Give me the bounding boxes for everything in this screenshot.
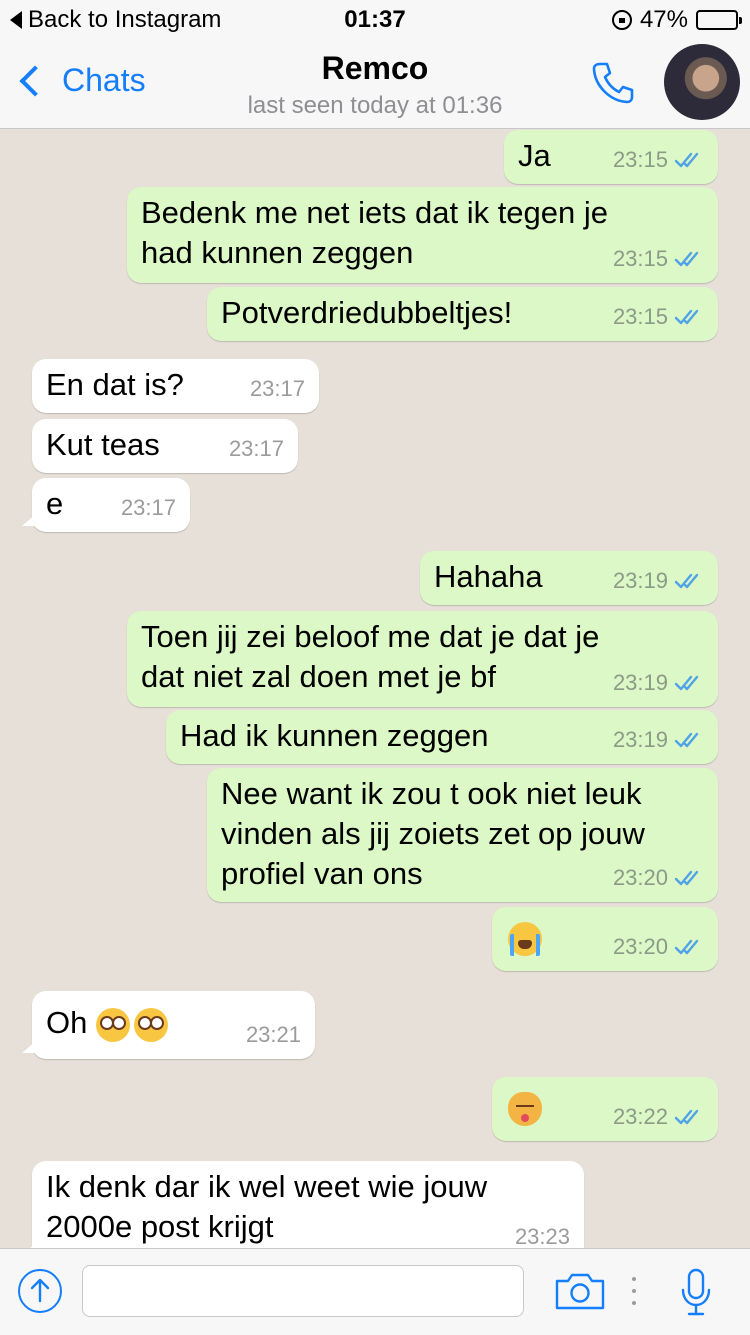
message-text-field[interactable] <box>82 1265 524 1317</box>
outgoing-message[interactable]: Hahaha 23:19 <box>420 551 718 605</box>
share-button[interactable] <box>18 1269 62 1313</box>
double-check-icon <box>674 251 699 267</box>
message-meta: 23:17 <box>121 488 176 528</box>
double-check-icon <box>674 939 699 955</box>
incoming-message[interactable]: Oh 23:21 <box>22 991 315 1059</box>
message-text: Nee want ik zou t ook niet leuk vinden a… <box>221 776 645 891</box>
incoming-message[interactable]: Ik denk dar ik wel weet wie jouw 2000e p… <box>22 1161 584 1248</box>
message-meta: 23:22 <box>613 1097 704 1137</box>
message-text: Potverdriedubbeltjes! <box>221 295 513 330</box>
message-meta: 23:20 <box>613 858 704 898</box>
double-check-icon <box>674 870 699 886</box>
message-list[interactable]: Ja 23:15 Bedenk me net iets dat ik tegen j… <box>0 129 750 1248</box>
outgoing-message[interactable]: Bedenk me net iets dat ik tegen je had k… <box>127 187 718 283</box>
message-text: Toen jij zei beloof me dat je dat je dat… <box>141 619 600 694</box>
double-check-icon <box>674 573 699 589</box>
message-time: 23:15 <box>612 246 668 271</box>
battery-percent: 47% <box>639 6 688 33</box>
message-time: 23:23 <box>514 1224 570 1248</box>
incoming-message[interactable]: Kut teas 23:17 <box>32 419 298 473</box>
message-time: 23:17 <box>249 376 305 401</box>
message-meta: 23:15 <box>613 297 704 337</box>
flushed-face-icon <box>95 1007 130 1042</box>
outgoing-message[interactable]: Nee want ik zou t ook niet leuk vinden a… <box>207 768 718 902</box>
message-time: 23:15 <box>612 147 668 172</box>
message-time: 23:20 <box>612 865 668 890</box>
status-indicators: 47% <box>611 6 742 34</box>
message-time: 23:17 <box>228 436 284 461</box>
flushed-face-icon <box>133 1007 168 1042</box>
message-meta: 23:17 <box>229 429 284 469</box>
message-text: Ik denk dar ik wel weet wie jouw 2000e p… <box>46 1169 488 1244</box>
contact-avatar[interactable] <box>664 44 740 120</box>
message-meta: 23:17 <box>250 369 305 409</box>
message-meta: 23:19 <box>613 720 704 760</box>
double-check-icon <box>674 732 699 748</box>
kissing-cat-face-icon <box>508 1091 542 1126</box>
incoming-message[interactable]: e 23:17 <box>22 478 190 532</box>
message-input-bar <box>0 1248 750 1335</box>
message-time: 23:19 <box>612 568 668 593</box>
message-text <box>508 917 542 957</box>
chat-header: Chats Remco last seen today at 01:36 <box>0 40 750 129</box>
message-meta: 23:23 <box>515 1217 570 1248</box>
microphone-icon[interactable] <box>676 1267 716 1317</box>
phone-icon[interactable] <box>588 58 638 108</box>
message-text: Kut teas <box>46 427 160 462</box>
message-time: 23:19 <box>612 670 668 695</box>
message-meta: 23:21 <box>246 1015 301 1055</box>
message-time: 23:20 <box>612 934 668 959</box>
message-text: Oh <box>46 1003 172 1043</box>
message-time: 23:15 <box>612 304 668 329</box>
message-time: 23:19 <box>612 727 668 752</box>
message-text: Had ik kunnen zeggen <box>180 718 489 753</box>
outgoing-message[interactable]: Toen jij zei beloof me dat je dat je dat… <box>127 611 718 707</box>
double-check-icon <box>674 152 699 168</box>
message-meta: 23:19 <box>613 663 704 703</box>
message-time: 23:22 <box>612 1104 668 1129</box>
message-time: 23:17 <box>120 495 176 520</box>
message-text: Hahaha <box>434 559 543 594</box>
rotation-lock-icon <box>611 10 632 30</box>
double-check-icon <box>674 309 699 325</box>
outgoing-message[interactable]: 23:20 <box>492 907 718 971</box>
status-bar: Back to Instagram 01:37 47% <box>0 0 750 40</box>
double-check-icon <box>674 675 699 691</box>
battery-icon <box>696 10 742 30</box>
message-text: En dat is? <box>46 367 184 402</box>
incoming-message[interactable]: En dat is? 23:17 <box>32 359 319 413</box>
outgoing-message[interactable]: Potverdriedubbeltjes! 23:15 <box>207 287 718 341</box>
share-up-arrow-icon <box>30 1278 50 1303</box>
message-text <box>508 1087 542 1127</box>
message-meta: 23:20 <box>613 927 704 967</box>
message-text: Bedenk me net iets dat ik tegen je had k… <box>141 195 609 270</box>
outgoing-message[interactable]: Ja 23:15 <box>504 130 718 184</box>
message-text: e <box>46 486 64 521</box>
message-meta: 23:15 <box>613 239 704 279</box>
message-meta: 23:19 <box>613 561 704 601</box>
outgoing-message[interactable]: 23:22 <box>492 1077 718 1141</box>
loudly-crying-face-icon <box>508 921 542 956</box>
camera-icon[interactable] <box>554 1271 606 1311</box>
message-time: 23:21 <box>245 1022 301 1047</box>
more-dots-icon[interactable] <box>630 1273 638 1309</box>
double-check-icon <box>674 1109 699 1125</box>
message-text: Ja <box>518 138 551 173</box>
outgoing-message[interactable]: Had ik kunnen zeggen 23:19 <box>166 710 718 764</box>
message-meta: 23:15 <box>613 140 704 180</box>
